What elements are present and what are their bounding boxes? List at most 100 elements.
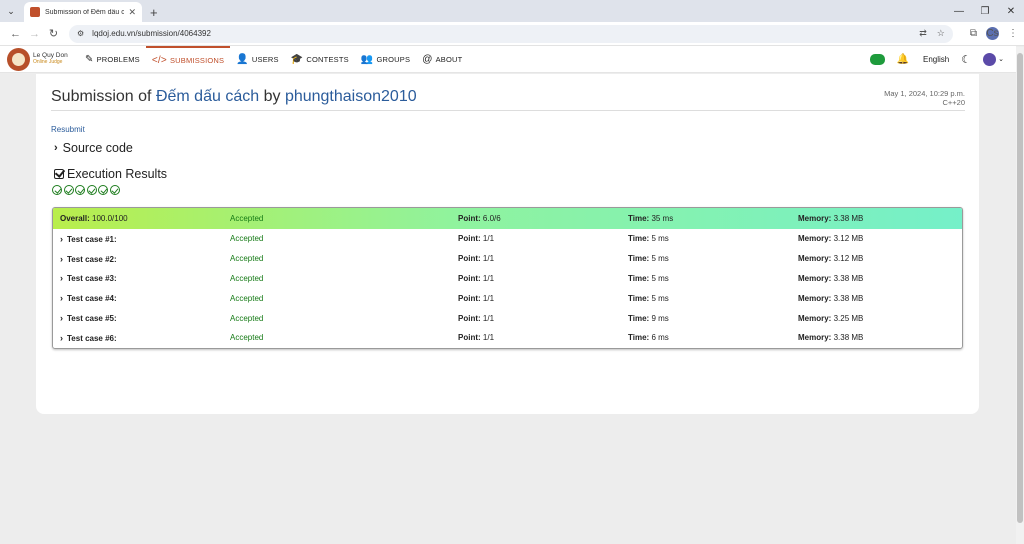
back-icon[interactable]: ← [6, 28, 25, 40]
profile-avatar[interactable]: Cs [986, 27, 999, 40]
overall-status: Accepted [230, 214, 264, 223]
nav-users[interactable]: 👤 USERS [230, 46, 285, 73]
problem-link[interactable]: Đếm dấu cách [156, 88, 259, 105]
language-selector[interactable]: English [923, 55, 949, 64]
test-case-memory-cell: Memory: 3.38 MB [798, 274, 863, 283]
test-case-name: Test case #6: [67, 333, 117, 343]
nav-problems-label: PROBLEMS [96, 54, 140, 64]
testcase-status-ticks [52, 185, 122, 195]
at-sign-icon: @ [422, 53, 433, 65]
chevron-down-icon[interactable]: ⌄ [998, 55, 1004, 63]
site-logo[interactable]: Le Quy Don Online Judge [7, 47, 79, 71]
test-case-row[interactable]: › Test case #1: Accepted Point: 1/1 Time:… [53, 229, 962, 249]
user-link[interactable]: phungthaison2010 [285, 88, 417, 105]
tab-title: Submission of Đếm dấu cách b [45, 8, 125, 16]
test-case-rows: › Test case #1: Accepted Point: 1/1 Time:… [53, 229, 962, 348]
source-code-label: Source code [62, 141, 133, 155]
test-case-point-cell: Point: 1/1 [458, 294, 494, 303]
memory-label: Memory: [798, 333, 832, 343]
test-case-status: Accepted [230, 333, 264, 343]
check-circle-icon [86, 185, 97, 195]
nav-right: 🔔 English ☾ ⌄ [869, 52, 1004, 66]
tab-close-icon[interactable]: ✕ [128, 7, 136, 18]
url-text[interactable]: lqdoj.edu.vn/submission/4064392 [92, 29, 909, 38]
translate-icon[interactable]: ⇄ [919, 28, 927, 39]
reload-icon[interactable]: ↻ [44, 27, 63, 40]
check-circle-icon [98, 185, 109, 195]
user-avatar[interactable] [983, 52, 997, 66]
scrollbar-thumb[interactable] [1017, 53, 1023, 523]
nav-contests[interactable]: 🎓 CONTESTS [285, 46, 355, 73]
dark-mode-moon-icon[interactable]: ☾ [961, 53, 971, 66]
browser-tabstrip: ⌄ Submission of Đếm dấu cách b ✕ + — ❐ ✕ [0, 0, 1024, 22]
address-bar[interactable]: ⚙ lqdoj.edu.vn/submission/4064392 ⇄ ☆ [69, 24, 953, 43]
test-case-time: 5 ms [651, 254, 669, 264]
nav-about[interactable]: @ ABOUT [416, 46, 468, 73]
test-case-row[interactable]: › Test case #5: Accepted Point: 1/1 Time:… [53, 308, 962, 328]
close-window-icon[interactable]: ✕ [998, 0, 1024, 22]
nav-submissions[interactable]: </> SUBMISSIONS [145, 45, 231, 73]
test-case-point-cell: Point: 1/1 [458, 254, 494, 263]
test-case-row[interactable]: › Test case #6: Accepted Point: 1/1 Time:… [53, 328, 962, 348]
test-case-name-cell: › Test case #1: [60, 234, 117, 244]
resubmit-link[interactable]: Resubmit [51, 125, 85, 134]
memory-label: Memory: [798, 313, 832, 323]
point-label: Point: [458, 214, 481, 223]
test-case-time-cell: Time: 5 ms [628, 234, 669, 243]
chat-icon[interactable] [869, 53, 885, 65]
bookmark-star-icon[interactable]: ☆ [937, 28, 945, 39]
chevron-right-icon: › [60, 273, 63, 284]
test-case-time-cell: Time: 5 ms [628, 274, 669, 283]
nav-problems[interactable]: ✎ PROBLEMS [79, 46, 146, 73]
minimize-icon[interactable]: — [946, 0, 972, 22]
test-case-row[interactable]: › Test case #2: Accepted Point: 1/1 Time:… [53, 249, 962, 269]
overall-cell: Overall: 100.0/100 [60, 214, 128, 223]
nav-groups[interactable]: 👥 GROUPS [355, 46, 416, 73]
test-case-point: 1/1 [482, 234, 495, 244]
forward-icon[interactable]: → [25, 28, 44, 40]
test-case-status: Accepted [230, 313, 264, 323]
test-case-point: 1/1 [482, 254, 495, 264]
time-label: Time: [628, 254, 650, 264]
graduation-cap-icon: 🎓 [290, 53, 304, 65]
test-case-point-cell: Point: 1/1 [458, 314, 494, 323]
browser-toolbar: ← → ↻ ⚙ lqdoj.edu.vn/submission/4064392 … [0, 22, 1024, 46]
test-case-row[interactable]: › Test case #4: Accepted Point: 1/1 Time:… [53, 288, 962, 308]
test-case-point-cell: Point: 1/1 [458, 333, 494, 342]
overall-memory-cell: Memory: 3.38 MB [798, 214, 863, 223]
title-prefix: Submission of [51, 88, 152, 105]
pencil-icon: ✎ [85, 53, 94, 65]
site-info-icon[interactable]: ⚙ [77, 29, 84, 38]
overall-time: 35 ms [651, 214, 674, 223]
test-case-status: Accepted [230, 293, 264, 303]
new-tab-icon[interactable]: + [150, 2, 158, 22]
test-case-memory: 3.38 MB [833, 273, 864, 283]
test-case-time: 9 ms [651, 313, 669, 323]
test-case-name-cell: › Test case #3: [60, 273, 117, 283]
tab-search-icon[interactable]: ⌄ [0, 0, 22, 22]
check-circle-icon [52, 185, 62, 195]
browser-menu-icon[interactable]: ⋮ [1008, 28, 1018, 39]
window-controls: — ❐ ✕ [946, 0, 1024, 22]
extensions-icon[interactable]: ⧉ [970, 28, 977, 39]
test-case-name: Test case #1: [67, 234, 117, 244]
execution-results-heading: Execution Results [54, 167, 167, 181]
nav-contests-label: CONTESTS [306, 54, 349, 64]
point-label: Point: [458, 313, 481, 323]
restore-icon[interactable]: ❐ [972, 0, 998, 22]
source-code-toggle[interactable]: › Source code [54, 141, 133, 155]
test-case-name: Test case #4: [67, 294, 117, 304]
time-label: Time: [628, 333, 650, 343]
user-icon: 👤 [236, 53, 249, 65]
code-icon: </> [151, 54, 167, 66]
test-case-row[interactable]: › Test case #3: Accepted Point: 1/1 Time:… [53, 269, 962, 289]
check-circle-icon [75, 185, 86, 195]
page-scrollbar[interactable] [1016, 47, 1024, 544]
browser-tab[interactable]: Submission of Đếm dấu cách b ✕ [24, 2, 142, 22]
logo-emblem-icon [7, 47, 30, 71]
notification-bell-icon[interactable]: 🔔 [897, 54, 909, 65]
logo-sub-text: Online Judge [33, 59, 63, 65]
test-case-point: 1/1 [482, 333, 495, 343]
overall-row: Overall: 100.0/100 Accepted Point: 6.0/6… [53, 208, 962, 229]
nav-groups-label: GROUPS [376, 54, 411, 64]
